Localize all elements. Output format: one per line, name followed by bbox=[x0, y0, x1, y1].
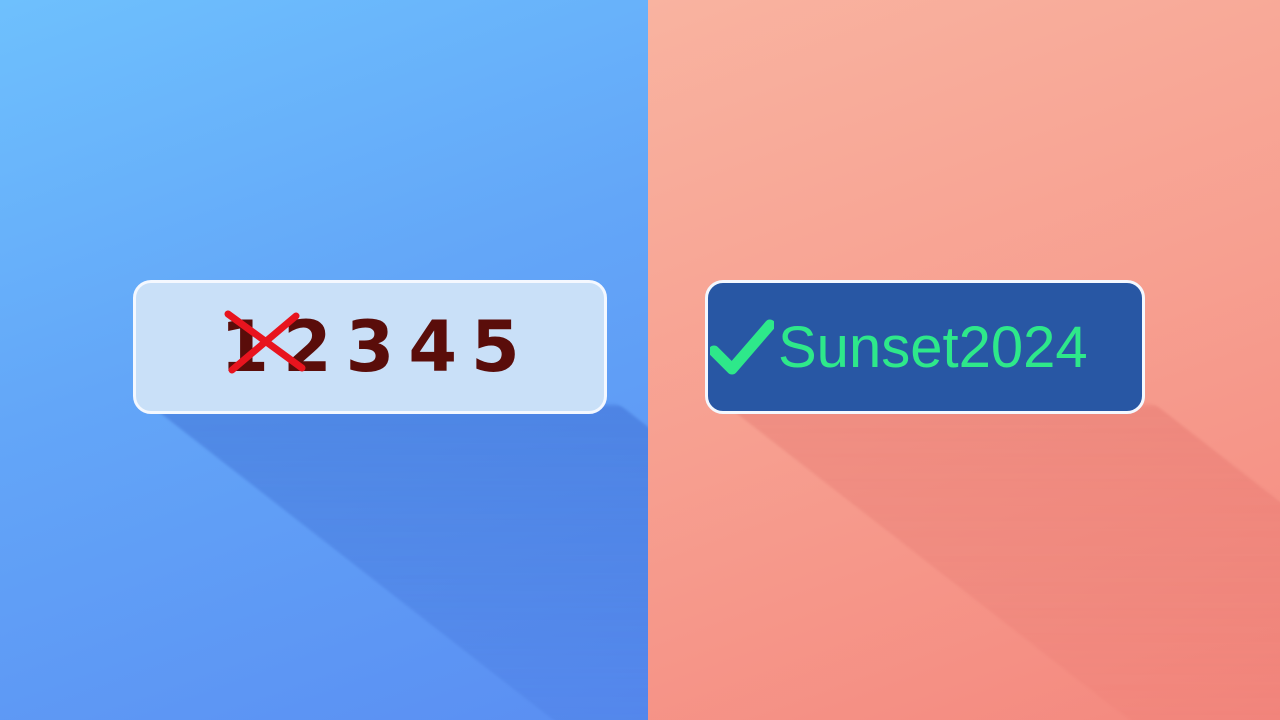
strong-password-field: Sunset2024 bbox=[705, 280, 1145, 414]
right-panel-strong: Sunset2024 bbox=[648, 0, 1280, 720]
green-check-icon bbox=[710, 319, 774, 375]
weak-password-field: 12345 bbox=[133, 280, 607, 414]
comparison-graphic: 12345 Sunset2024 bbox=[0, 0, 1280, 720]
weak-field-shadow bbox=[150, 405, 648, 720]
strong-field-shadow bbox=[726, 405, 1280, 720]
strong-password-text: Sunset2024 bbox=[778, 314, 1088, 380]
weak-password-wrapper: 12345 bbox=[220, 306, 534, 388]
left-panel-weak: 12345 bbox=[0, 0, 648, 720]
red-cross-icon bbox=[224, 310, 306, 374]
